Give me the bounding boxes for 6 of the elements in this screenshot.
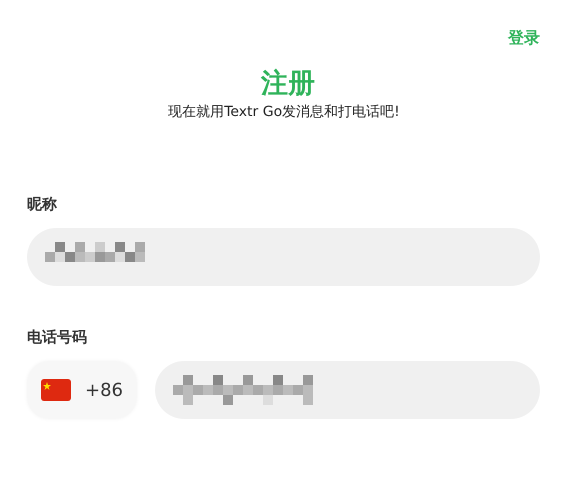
field-label: 电话号码: [27, 328, 88, 347]
page-title: 注册: [260, 67, 316, 101]
flag-icon: [41, 379, 71, 401]
field-label: 昵称: [27, 195, 58, 214]
country-code-button[interactable]: +86: [27, 361, 137, 419]
subtitle: 现在就用Textr Go发消息和打电话吧!: [167, 103, 401, 121]
